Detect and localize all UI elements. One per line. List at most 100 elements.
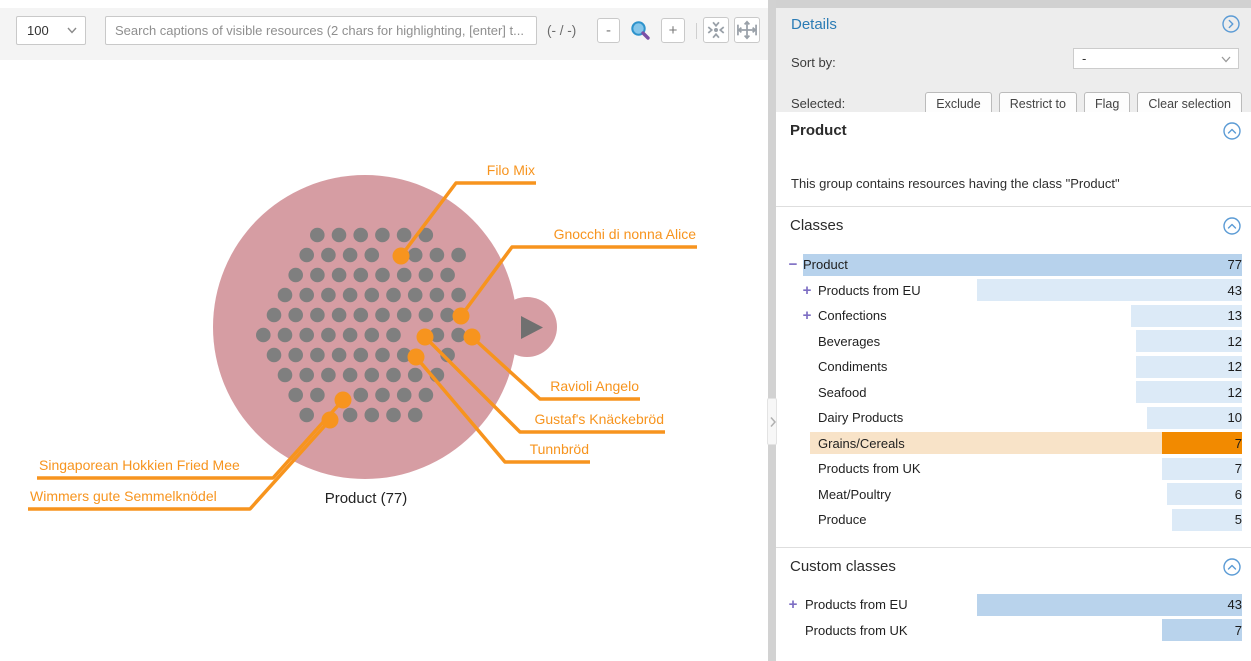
resource-label[interactable]: Filo Mix	[487, 162, 535, 178]
resource-dot[interactable]	[419, 308, 434, 323]
resource-dot[interactable]	[365, 328, 380, 343]
highlighted-resource-dot[interactable]	[453, 308, 470, 325]
minus-icon[interactable]: −	[786, 252, 800, 278]
resource-dot[interactable]	[332, 348, 347, 363]
fit-to-screen-icon[interactable]	[734, 17, 760, 43]
resource-dot[interactable]	[288, 308, 303, 323]
resource-dot[interactable]	[397, 268, 412, 283]
collapse-section-icon[interactable]	[1223, 217, 1241, 235]
highlighted-resource-dot[interactable]	[335, 392, 352, 409]
resource-dot[interactable]	[278, 368, 293, 383]
resource-dot[interactable]	[365, 248, 380, 263]
resource-dot[interactable]	[408, 368, 423, 383]
chevron-right-circle-icon[interactable]	[1222, 15, 1240, 33]
resource-dot[interactable]	[386, 288, 401, 303]
resource-dot[interactable]	[256, 328, 271, 343]
resource-dot[interactable]	[299, 248, 314, 263]
resource-dot[interactable]	[343, 288, 358, 303]
resource-dot[interactable]	[451, 288, 466, 303]
class-row-products-from-eu[interactable]: +Products from EU43	[776, 278, 1251, 304]
resource-dot[interactable]	[299, 328, 314, 343]
resource-label[interactable]: Wimmers gute Semmelknödel	[30, 488, 217, 504]
resource-dot[interactable]	[365, 288, 380, 303]
resource-dot[interactable]	[451, 328, 466, 343]
resource-dot[interactable]	[365, 408, 380, 423]
resource-dot[interactable]	[397, 308, 412, 323]
resource-dot[interactable]	[343, 368, 358, 383]
resource-dot[interactable]	[419, 268, 434, 283]
resource-dot[interactable]	[353, 228, 368, 243]
plus-icon[interactable]: +	[786, 592, 800, 618]
zoom-out-button[interactable]: -	[597, 18, 620, 43]
class-row-products-from-uk[interactable]: Products from UK7	[776, 618, 1251, 644]
resource-dot[interactable]	[288, 388, 303, 403]
resource-dot[interactable]	[397, 388, 412, 403]
class-row-beverages[interactable]: Beverages12	[776, 329, 1251, 355]
resource-label[interactable]: Tunnbröd	[530, 441, 589, 457]
plus-icon[interactable]: +	[800, 278, 814, 304]
resource-dot[interactable]	[375, 388, 390, 403]
collapse-section-icon[interactable]	[1223, 122, 1241, 140]
class-row-dairy-products[interactable]: Dairy Products10	[776, 405, 1251, 431]
highlighted-resource-dot[interactable]	[417, 329, 434, 346]
resource-label[interactable]: Singaporean Hokkien Fried Mee	[39, 457, 240, 473]
resource-dot[interactable]	[408, 288, 423, 303]
resource-dot[interactable]	[354, 308, 369, 323]
resource-dot[interactable]	[310, 308, 325, 323]
resource-label[interactable]: Gnocchi di nonna Alice	[554, 226, 697, 242]
resource-dot[interactable]	[288, 268, 303, 283]
resource-label[interactable]: Gustaf's Knäckebröd	[534, 411, 664, 427]
resource-dot[interactable]	[310, 388, 325, 403]
resource-dot[interactable]	[354, 268, 369, 283]
search-input[interactable]	[105, 16, 537, 45]
resource-dot[interactable]	[430, 288, 445, 303]
resource-dot[interactable]	[321, 288, 336, 303]
highlighted-resource-dot[interactable]	[464, 329, 481, 346]
resource-dot[interactable]	[267, 308, 282, 323]
sort-by-select[interactable]: -	[1073, 48, 1239, 69]
resource-dot[interactable]	[375, 268, 390, 283]
resource-dot[interactable]	[299, 408, 314, 423]
class-row-products-from-uk[interactable]: Products from UK7	[776, 456, 1251, 482]
collapse-section-icon[interactable]	[1223, 558, 1241, 576]
resource-dot[interactable]	[278, 328, 293, 343]
highlighted-resource-dot[interactable]	[408, 349, 425, 366]
resource-dot[interactable]	[386, 368, 401, 383]
resource-dot[interactable]	[386, 408, 401, 423]
zoom-in-button[interactable]: +	[661, 18, 685, 43]
resource-dot[interactable]	[440, 268, 455, 283]
class-row-products-from-eu[interactable]: +Products from EU43	[776, 592, 1251, 618]
resource-dot[interactable]	[343, 248, 358, 263]
resource-label[interactable]: Ravioli Angelo	[550, 378, 639, 394]
class-row-product[interactable]: −Product77	[776, 252, 1251, 278]
zoom-level-select[interactable]: 100	[16, 16, 86, 45]
highlighted-resource-dot[interactable]	[322, 412, 339, 429]
class-row-grains-cereals[interactable]: Grains/Cereals7	[776, 431, 1251, 457]
resource-dot[interactable]	[386, 328, 401, 343]
resource-dot[interactable]	[430, 248, 445, 263]
class-row-produce[interactable]: Produce5	[776, 507, 1251, 533]
resource-dot[interactable]	[408, 408, 423, 423]
resource-dot[interactable]	[343, 408, 358, 423]
highlighted-resource-dot[interactable]	[393, 248, 410, 265]
class-row-confections[interactable]: +Confections13	[776, 303, 1251, 329]
resource-dot[interactable]	[310, 268, 325, 283]
magnifier-icon[interactable]	[627, 18, 653, 44]
resource-dot[interactable]	[321, 328, 336, 343]
resource-dot[interactable]	[299, 288, 314, 303]
resource-dot[interactable]	[310, 228, 325, 243]
group-bubble[interactable]	[213, 175, 517, 479]
resource-dot[interactable]	[343, 328, 358, 343]
resource-dot[interactable]	[354, 348, 369, 363]
resource-dot[interactable]	[354, 388, 369, 403]
graph-canvas[interactable]: Filo Mix Gnocchi di nonna Alice Ravioli An…	[0, 0, 768, 661]
plus-icon[interactable]: +	[800, 303, 814, 329]
resource-dot[interactable]	[419, 388, 434, 403]
resource-dot[interactable]	[451, 248, 466, 263]
resource-dot[interactable]	[267, 348, 282, 363]
class-row-meat-poultry[interactable]: Meat/Poultry6	[776, 482, 1251, 508]
resource-dot[interactable]	[375, 348, 390, 363]
resource-dot[interactable]	[310, 348, 325, 363]
resource-dot[interactable]	[288, 348, 303, 363]
class-row-seafood[interactable]: Seafood12	[776, 380, 1251, 406]
